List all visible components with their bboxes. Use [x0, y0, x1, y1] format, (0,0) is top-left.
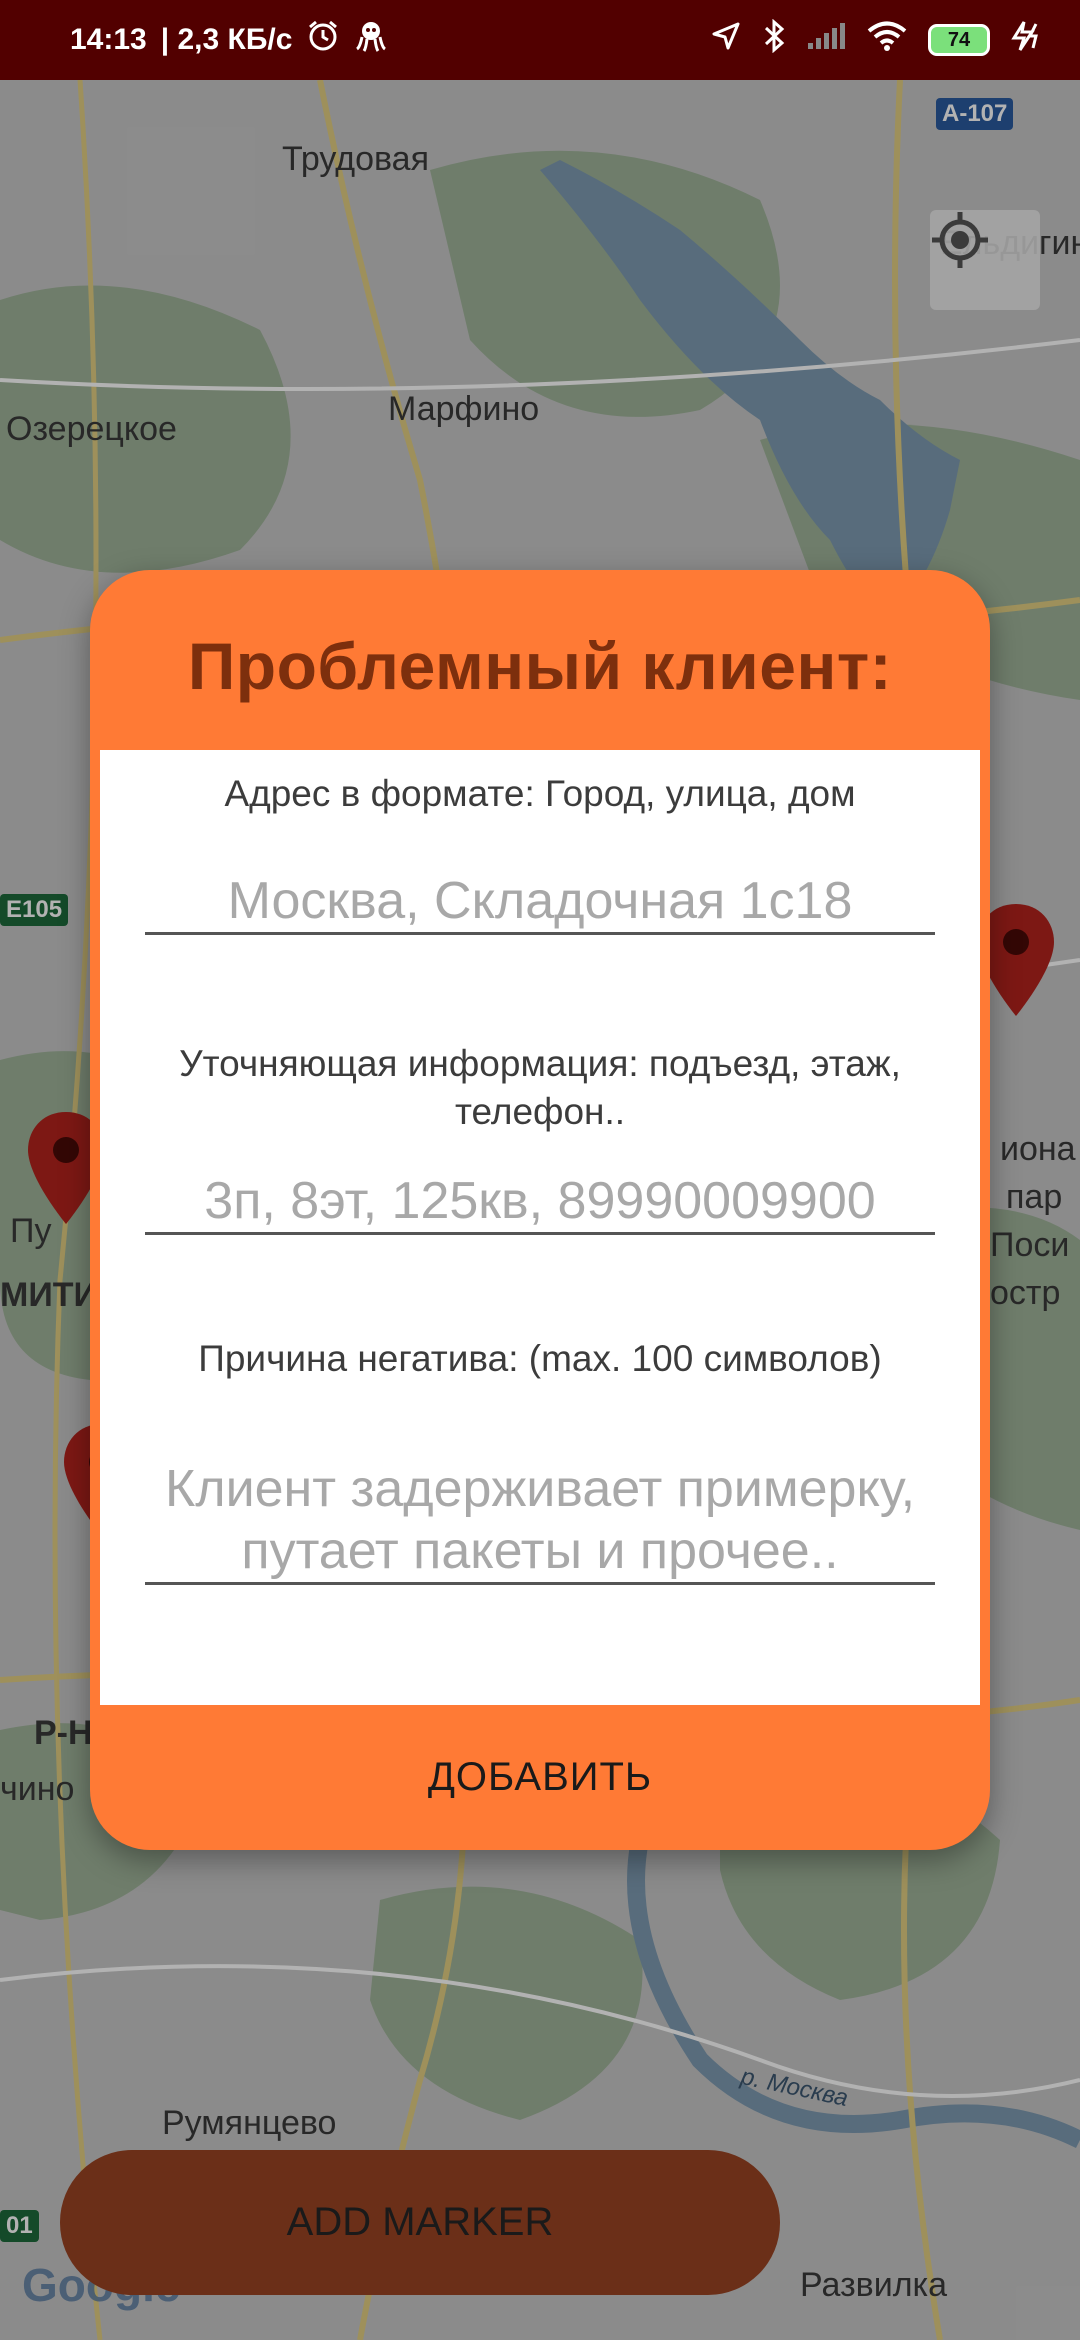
battery-icon: 74: [928, 24, 990, 56]
dialog-title: Проблемный клиент:: [187, 629, 893, 703]
octopus-icon: [354, 19, 388, 61]
location-arrow-icon: [710, 20, 742, 60]
dialog-form: Адрес в формате: Город, улица, дом Москв…: [100, 750, 980, 1705]
details-input[interactable]: 3п, 8эт, 125кв, 89990009900: [145, 1170, 935, 1235]
wifi-icon: [866, 20, 908, 60]
reason-input[interactable]: Клиент задерживает примерку, путает паке…: [145, 1458, 935, 1585]
add-marker-button[interactable]: ADD MARKER: [60, 2150, 780, 2295]
reason-label: Причина негатива: (max. 100 символов): [198, 1338, 882, 1379]
status-time: 14:13: [70, 23, 147, 56]
status-bar-left: 14:13 | 2,3 КБ/с: [70, 0, 388, 80]
details-label: Уточняющая информация: подъезд, этаж, те…: [179, 1043, 901, 1132]
address-label: Адрес в формате: Город, улица, дом: [224, 773, 856, 814]
charging-icon: [1010, 20, 1044, 60]
address-input[interactable]: Москва, Складочная 1с18: [145, 870, 935, 935]
status-network-speed: | 2,3 КБ/с: [160, 23, 293, 56]
alarm-icon: [306, 19, 340, 61]
status-bar-right: 74: [710, 0, 1044, 80]
signal-icon: [806, 21, 846, 59]
add-button[interactable]: ДОБАВИТЬ: [90, 1705, 990, 1850]
problem-client-dialog: Проблемный клиент: Адрес в формате: Горо…: [90, 570, 990, 1850]
bluetooth-icon: [762, 18, 786, 61]
status-bar: 14:13 | 2,3 КБ/с 74: [0, 0, 1080, 80]
